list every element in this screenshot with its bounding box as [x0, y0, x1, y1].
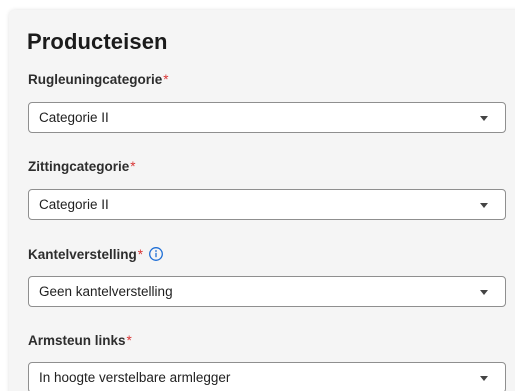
rugleuningcategorie-select[interactable]: Categorie II: [28, 102, 506, 133]
required-marker: *: [163, 72, 169, 87]
field-label-kantelverstelling: Kantelverstelling*: [28, 246, 164, 262]
required-marker: *: [130, 159, 136, 174]
caret-down-icon: [480, 376, 488, 381]
field-label-zittingcategorie: Zittingcategorie*: [28, 159, 136, 174]
field-label-text: Zittingcategorie: [28, 159, 130, 174]
field-label-text: Armsteun links: [28, 333, 126, 348]
select-value: In hoogte verstelbare armlegger: [39, 370, 231, 385]
required-marker: *: [126, 333, 132, 348]
select-value: Categorie II: [39, 197, 109, 212]
field-label-rugleuningcategorie: Rugleuningcategorie*: [28, 72, 169, 87]
field-label-armsteun-links: Armsteun links*: [28, 333, 132, 348]
armsteun-links-select[interactable]: In hoogte verstelbare armlegger: [28, 362, 506, 391]
required-marker: *: [137, 247, 144, 262]
caret-down-icon: [480, 116, 488, 121]
caret-down-icon: [480, 290, 488, 295]
caret-down-icon: [480, 203, 488, 208]
select-value: Geen kantelverstelling: [39, 284, 173, 299]
zittingcategorie-select[interactable]: Categorie II: [28, 189, 506, 220]
kantelverstelling-select[interactable]: Geen kantelverstelling: [28, 276, 506, 307]
info-circle-icon[interactable]: [148, 246, 164, 262]
section-title: Producteisen: [27, 29, 168, 54]
select-value: Categorie II: [39, 110, 109, 125]
info-circle-icon-graphic: [149, 247, 164, 261]
field-label-text: Rugleuningcategorie: [28, 72, 163, 87]
page: Producteisen Rugleuningcategorie* Catego…: [0, 0, 515, 391]
field-label-text: Kantelverstelling: [28, 247, 137, 262]
